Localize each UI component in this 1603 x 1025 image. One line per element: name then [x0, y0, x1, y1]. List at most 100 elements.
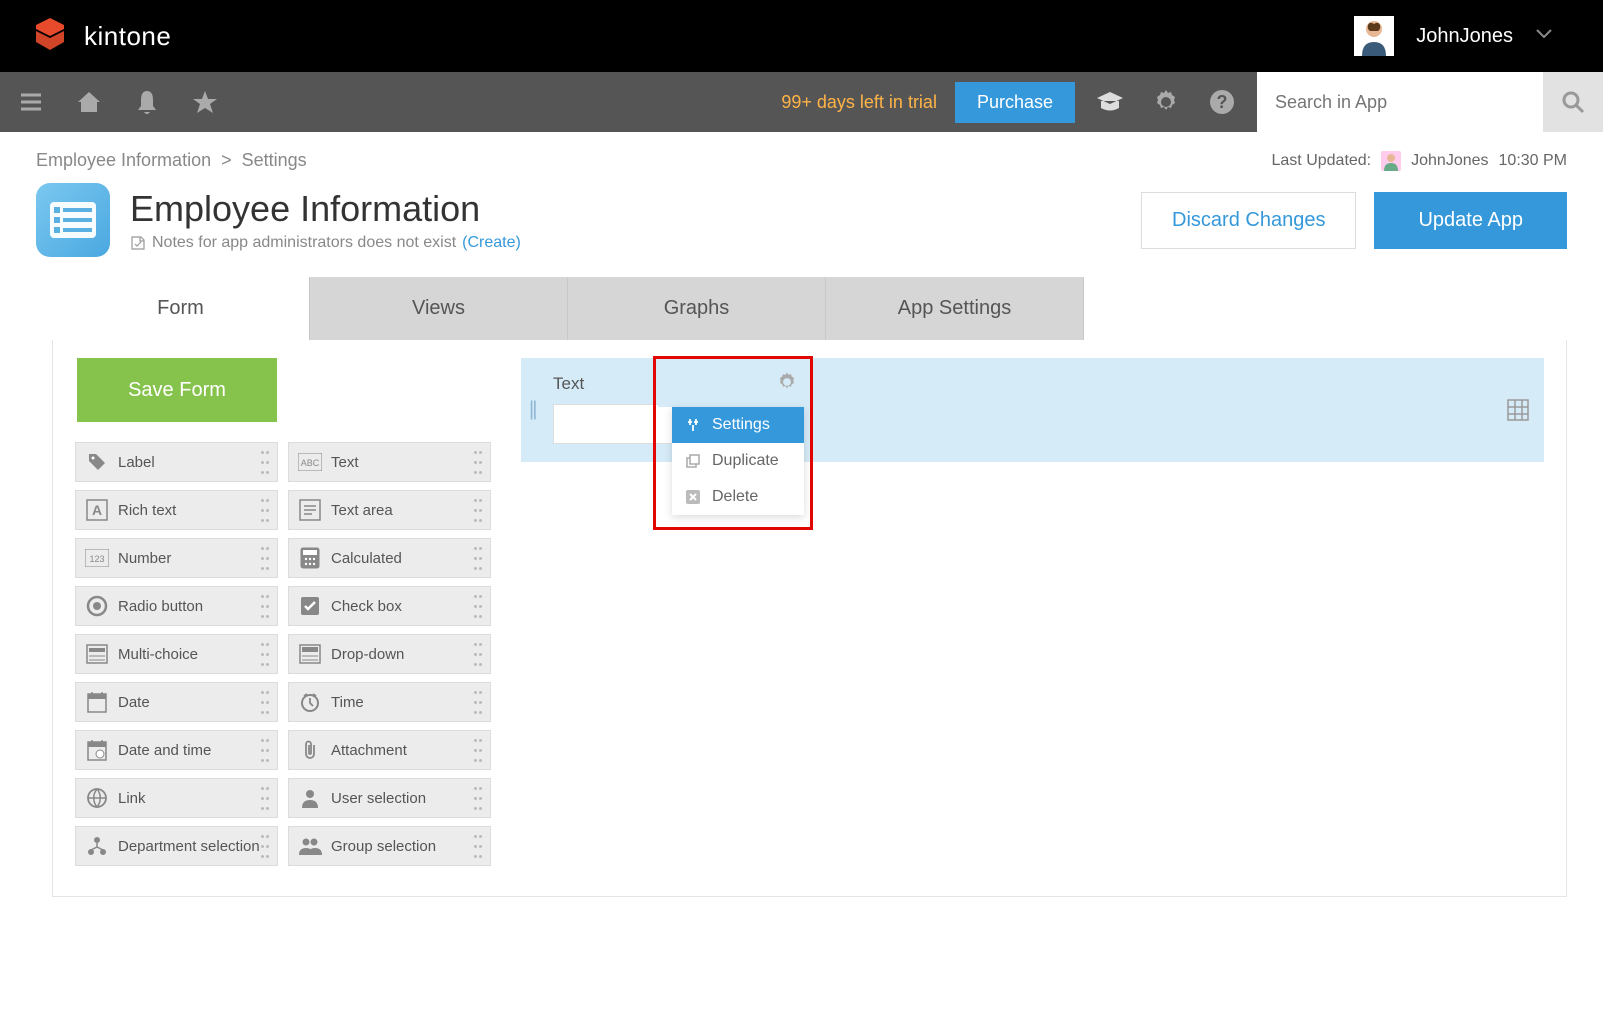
menu-settings[interactable]: Settings: [672, 407, 804, 443]
create-link[interactable]: (Create): [462, 234, 521, 252]
drag-dots-icon: [261, 783, 273, 813]
menu-duplicate-label: Duplicate: [712, 452, 779, 470]
palette-label: Attachment: [331, 742, 407, 759]
svg-text:ABC: ABC: [301, 458, 320, 468]
palette-multi-choice[interactable]: Multi-choice: [75, 634, 278, 674]
drag-handle-icon[interactable]: ||: [529, 399, 535, 422]
globe-icon: [84, 785, 110, 811]
builder: Save Form LabelABCText A Rich text Text are…: [0, 340, 1603, 897]
time-icon: [297, 689, 323, 715]
drag-dots-icon: [474, 543, 486, 573]
tabs: Form Views Graphs App Settings: [0, 277, 1603, 340]
palette: Save Form LabelABCText A Rich text Text are…: [75, 358, 491, 866]
field-gear-icon[interactable]: [776, 371, 798, 398]
datetime-icon: [84, 737, 110, 763]
palette-text[interactable]: ABCText: [288, 442, 491, 482]
logo[interactable]: kintone: [30, 14, 171, 59]
username: JohnJones: [1416, 25, 1513, 48]
delete-icon: [684, 488, 702, 506]
menu-duplicate[interactable]: Duplicate: [672, 443, 804, 479]
palette-drop-down[interactable]: Drop-down: [288, 634, 491, 674]
palette-label: Radio button: [118, 598, 203, 615]
drag-dots-icon: [474, 783, 486, 813]
drag-dots-icon: [261, 831, 273, 861]
table-icon[interactable]: [1506, 398, 1530, 427]
palette-label: Text area: [331, 502, 393, 519]
palette-link[interactable]: Link: [75, 778, 278, 818]
graduation-icon[interactable]: [1093, 85, 1127, 119]
tag-icon: [84, 449, 110, 475]
last-updated-user: JohnJones: [1411, 152, 1488, 170]
drag-dots-icon: [261, 543, 273, 573]
avatar: [1354, 16, 1394, 56]
drag-dots-icon: [261, 735, 273, 765]
menu-settings-label: Settings: [712, 416, 770, 434]
update-button[interactable]: Update App: [1374, 192, 1567, 249]
palette-label: User selection: [331, 790, 426, 807]
palette-label: Rich text: [118, 502, 176, 519]
user-menu[interactable]: JohnJones: [1354, 16, 1573, 56]
breadcrumb-page: Settings: [242, 150, 307, 171]
drag-dots-icon: [474, 735, 486, 765]
123-icon: 123: [84, 545, 110, 571]
multi-icon: [84, 641, 110, 667]
palette-label: Link: [118, 790, 146, 807]
tab-graphs[interactable]: Graphs: [568, 277, 826, 340]
chevron-down-icon: [1535, 27, 1553, 45]
palette-attachment[interactable]: Attachment: [288, 730, 491, 770]
tab-app-settings[interactable]: App Settings: [826, 277, 1084, 340]
palette-number[interactable]: 123Number: [75, 538, 278, 578]
palette-group-selection[interactable]: Group selection: [288, 826, 491, 866]
palette-label[interactable]: Label: [75, 442, 278, 482]
drag-dots-icon: [474, 447, 486, 477]
menu-icon[interactable]: [14, 85, 48, 119]
app-note: Notes for app administrators does not ex…: [130, 234, 521, 252]
palette-date-and-time[interactable]: Date and time: [75, 730, 278, 770]
svg-text:123: 123: [89, 554, 104, 564]
tab-views[interactable]: Views: [310, 277, 568, 340]
help-icon[interactable]: ?: [1205, 85, 1239, 119]
search-button[interactable]: [1543, 72, 1603, 132]
palette-radio-button[interactable]: Radio button: [75, 586, 278, 626]
wrench-icon: [684, 416, 702, 434]
breadcrumb-sep: >: [221, 150, 232, 171]
gear-icon[interactable]: [1149, 85, 1183, 119]
save-form-button[interactable]: Save Form: [77, 358, 277, 422]
palette-label: Department selection: [118, 838, 260, 855]
palette-label: Date and time: [118, 742, 211, 759]
svg-text:A: A: [92, 502, 102, 518]
menu-delete[interactable]: Delete: [672, 479, 804, 515]
logo-icon: [30, 14, 70, 59]
home-icon[interactable]: [72, 85, 106, 119]
trial-text: 99+ days left in trial: [781, 92, 937, 113]
breadcrumb-app[interactable]: Employee Information: [36, 150, 211, 171]
palette-date[interactable]: Date: [75, 682, 278, 722]
app-icon: [36, 183, 110, 257]
palette-calculated[interactable]: Calculated: [288, 538, 491, 578]
palette-user-selection[interactable]: User selection: [288, 778, 491, 818]
search-input[interactable]: [1257, 72, 1543, 132]
bell-icon[interactable]: [130, 85, 164, 119]
tab-form[interactable]: Form: [52, 277, 310, 340]
drag-dots-icon: [261, 687, 273, 717]
palette-rich-text[interactable]: A Rich text: [75, 490, 278, 530]
group-icon: [297, 833, 323, 859]
star-icon[interactable]: [188, 85, 222, 119]
field-text[interactable]: || Text Set: [521, 358, 1544, 462]
palette-text-area[interactable]: Text area: [288, 490, 491, 530]
drag-dots-icon: [261, 639, 273, 669]
radio-icon: [84, 593, 110, 619]
app-header: Employee Information Notes for app admin…: [0, 183, 1603, 277]
field-dropdown: Settings Duplicate Delete: [672, 407, 804, 515]
menu-delete-label: Delete: [712, 488, 758, 506]
drag-dots-icon: [474, 831, 486, 861]
app-note-text: Notes for app administrators does not ex…: [152, 234, 456, 252]
discard-button[interactable]: Discard Changes: [1141, 192, 1356, 249]
palette-department-selection[interactable]: Department selection: [75, 826, 278, 866]
palette-time[interactable]: Time: [288, 682, 491, 722]
purchase-button[interactable]: Purchase: [955, 82, 1075, 123]
user-icon: [297, 785, 323, 811]
palette-check-box[interactable]: Check box: [288, 586, 491, 626]
mini-avatar: [1381, 151, 1401, 171]
check-icon: [297, 593, 323, 619]
